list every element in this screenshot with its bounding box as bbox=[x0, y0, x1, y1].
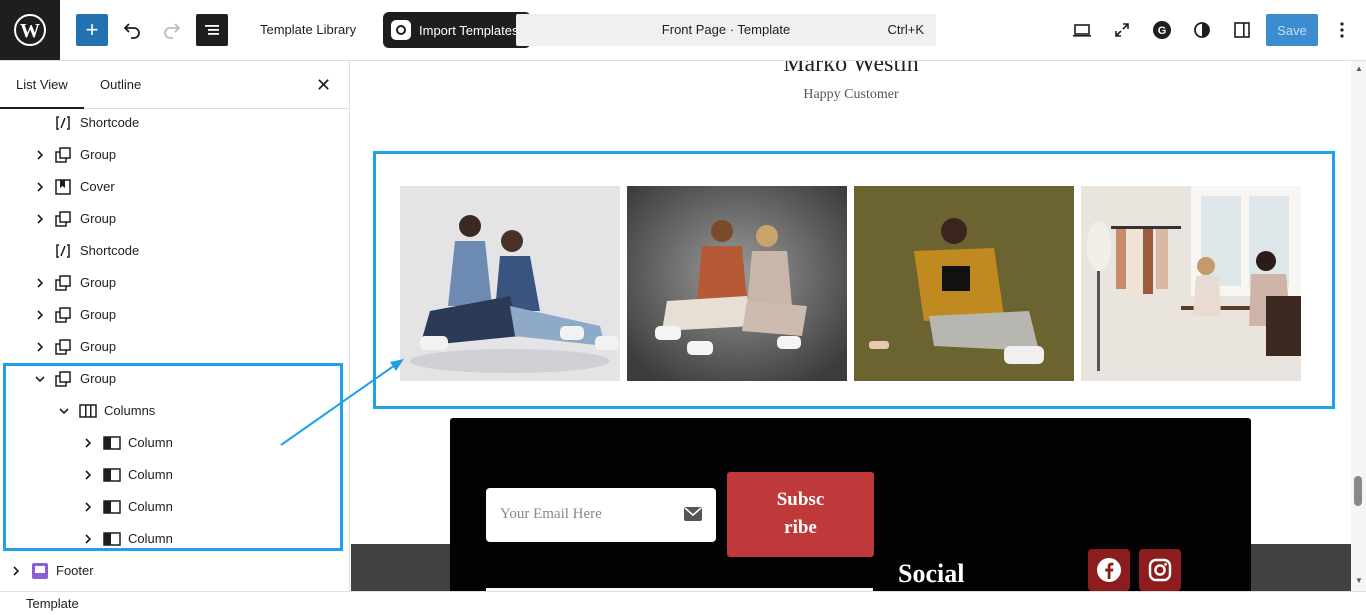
subscribe-button[interactable]: Subsc ribe bbox=[727, 472, 874, 557]
group-block-icon bbox=[54, 146, 72, 164]
cover-block-icon bbox=[54, 178, 72, 196]
email-placeholder: Your Email Here bbox=[500, 506, 602, 522]
footer-block-icon bbox=[31, 562, 49, 580]
list-view-row-label: Shortcode bbox=[80, 115, 140, 130]
redo-button[interactable] bbox=[156, 14, 188, 46]
facebook-icon bbox=[1097, 558, 1121, 582]
chevron-right-icon[interactable] bbox=[34, 309, 46, 321]
list-view-row-label: Group bbox=[80, 211, 117, 226]
list-view-row-group[interactable]: Group bbox=[0, 267, 349, 299]
group-block-icon bbox=[54, 306, 72, 324]
scroll-up-icon[interactable]: ▲ bbox=[1355, 64, 1363, 73]
list-view-row-label: Group bbox=[80, 275, 117, 290]
gallery-image-1[interactable] bbox=[400, 186, 620, 381]
close-icon[interactable]: ✕ bbox=[316, 75, 331, 96]
fullscreen-icon bbox=[1115, 23, 1129, 37]
gallery-image-3[interactable] bbox=[854, 186, 1074, 381]
chevron-right-icon[interactable] bbox=[34, 341, 46, 353]
list-view-row-shortcode[interactable]: Shortcode bbox=[0, 107, 349, 139]
undo-icon bbox=[123, 23, 140, 39]
wordpress-logo-icon[interactable]: W bbox=[0, 0, 60, 60]
redo-icon bbox=[164, 23, 181, 39]
list-view-row-group[interactable]: Group bbox=[0, 299, 349, 331]
list-view-panel: List View Outline ✕ Shortcode Group Cover G… bbox=[0, 61, 350, 591]
selected-group-highlight bbox=[3, 363, 343, 551]
device-preview-button[interactable] bbox=[1066, 14, 1098, 46]
instagram-button[interactable] bbox=[1139, 549, 1181, 591]
import-templates-button[interactable]: Import Templates bbox=[383, 12, 531, 48]
svg-text:G: G bbox=[1158, 25, 1167, 37]
tab-outline[interactable]: Outline bbox=[100, 77, 141, 92]
list-view-row-label: Group bbox=[80, 147, 117, 162]
scroll-down-icon[interactable]: ▼ bbox=[1355, 576, 1363, 585]
chevron-right-icon[interactable] bbox=[34, 277, 46, 289]
chevron-right-icon[interactable] bbox=[34, 149, 46, 161]
template-library-button[interactable]: Template Library bbox=[260, 22, 356, 37]
list-view-row-label: Group bbox=[80, 339, 117, 354]
list-view-row-footer[interactable]: Footer bbox=[0, 555, 349, 587]
shortcode-block-icon bbox=[54, 114, 72, 132]
breadcrumb-template[interactable]: Template bbox=[26, 596, 79, 611]
instagram-icon bbox=[1148, 558, 1172, 582]
tab-list-view[interactable]: List View bbox=[0, 77, 84, 109]
options-button[interactable] bbox=[1326, 14, 1358, 46]
shortcode-block-icon bbox=[54, 242, 72, 260]
document-overview-button[interactable] bbox=[196, 14, 228, 46]
import-templates-label: Import Templates bbox=[419, 22, 519, 38]
chevron-right-icon[interactable] bbox=[34, 181, 46, 193]
subscribe-label-2: ribe bbox=[784, 517, 817, 538]
group-block-icon bbox=[54, 210, 72, 228]
zoom-out-button[interactable] bbox=[1106, 14, 1138, 46]
gallery-image-4[interactable] bbox=[1081, 186, 1301, 381]
styles-button[interactable] bbox=[1186, 14, 1218, 46]
add-block-button[interactable]: + bbox=[76, 14, 108, 46]
group-block-icon bbox=[54, 274, 72, 292]
scroll-thumb[interactable] bbox=[1354, 476, 1362, 506]
subscribe-label-1: Subsc bbox=[776, 489, 825, 510]
list-view-row-label: Cover bbox=[80, 179, 115, 194]
more-vertical-icon bbox=[1340, 22, 1344, 38]
canvas-scrollbar[interactable] bbox=[1351, 61, 1366, 591]
undo-button[interactable] bbox=[116, 14, 148, 46]
testimonial-name: Marko Westin bbox=[783, 61, 919, 77]
list-view-row-group[interactable]: Group bbox=[0, 203, 349, 235]
email-field[interactable]: Your Email Here bbox=[486, 488, 716, 542]
testimonial-role: Happy Customer bbox=[803, 87, 899, 102]
facebook-button[interactable] bbox=[1088, 549, 1130, 591]
list-view-row-label: Shortcode bbox=[80, 243, 140, 258]
plus-icon: + bbox=[85, 17, 99, 42]
chevron-right-icon[interactable] bbox=[10, 565, 22, 577]
chevron-right-icon[interactable] bbox=[34, 213, 46, 225]
settings-sidebar-button[interactable] bbox=[1226, 14, 1258, 46]
block-breadcrumb: Template bbox=[0, 591, 1366, 615]
list-view-icon bbox=[205, 25, 219, 35]
styles-icon bbox=[1194, 22, 1210, 38]
envelope-icon bbox=[684, 507, 702, 526]
gutenverse-button[interactable]: G bbox=[1146, 14, 1178, 46]
list-view-row-label: Footer bbox=[56, 563, 94, 578]
gutenverse-icon: G bbox=[1153, 21, 1171, 39]
editor-header: W + Template Library Import Templates Fr… bbox=[0, 0, 1366, 61]
list-view-row-group[interactable]: Group bbox=[0, 139, 349, 171]
shortcut-hint: Ctrl+K bbox=[887, 22, 924, 37]
panel-tabs: List View Outline ✕ bbox=[0, 61, 349, 109]
social-heading: Social bbox=[898, 559, 965, 588]
command-palette-button[interactable]: Front Page · Template Ctrl+K bbox=[516, 14, 936, 46]
list-view-row-cover[interactable]: Cover bbox=[0, 171, 349, 203]
desktop-icon bbox=[1073, 24, 1091, 37]
svg-text:W: W bbox=[20, 20, 40, 42]
save-button[interactable]: Save bbox=[1266, 14, 1318, 46]
list-view-row-shortcode[interactable]: Shortcode bbox=[0, 235, 349, 267]
list-view-row-label: Group bbox=[80, 307, 117, 322]
gallery-image-2[interactable] bbox=[627, 186, 847, 381]
list-view-row-group[interactable]: Group bbox=[0, 331, 349, 363]
group-block-icon bbox=[54, 338, 72, 356]
document-title: Front Page · Template bbox=[661, 22, 791, 37]
editor-canvas: Marko Westin Happy Customer Your Email H… bbox=[351, 61, 1351, 591]
sidebar-icon bbox=[1234, 22, 1250, 38]
import-icon bbox=[391, 20, 411, 40]
